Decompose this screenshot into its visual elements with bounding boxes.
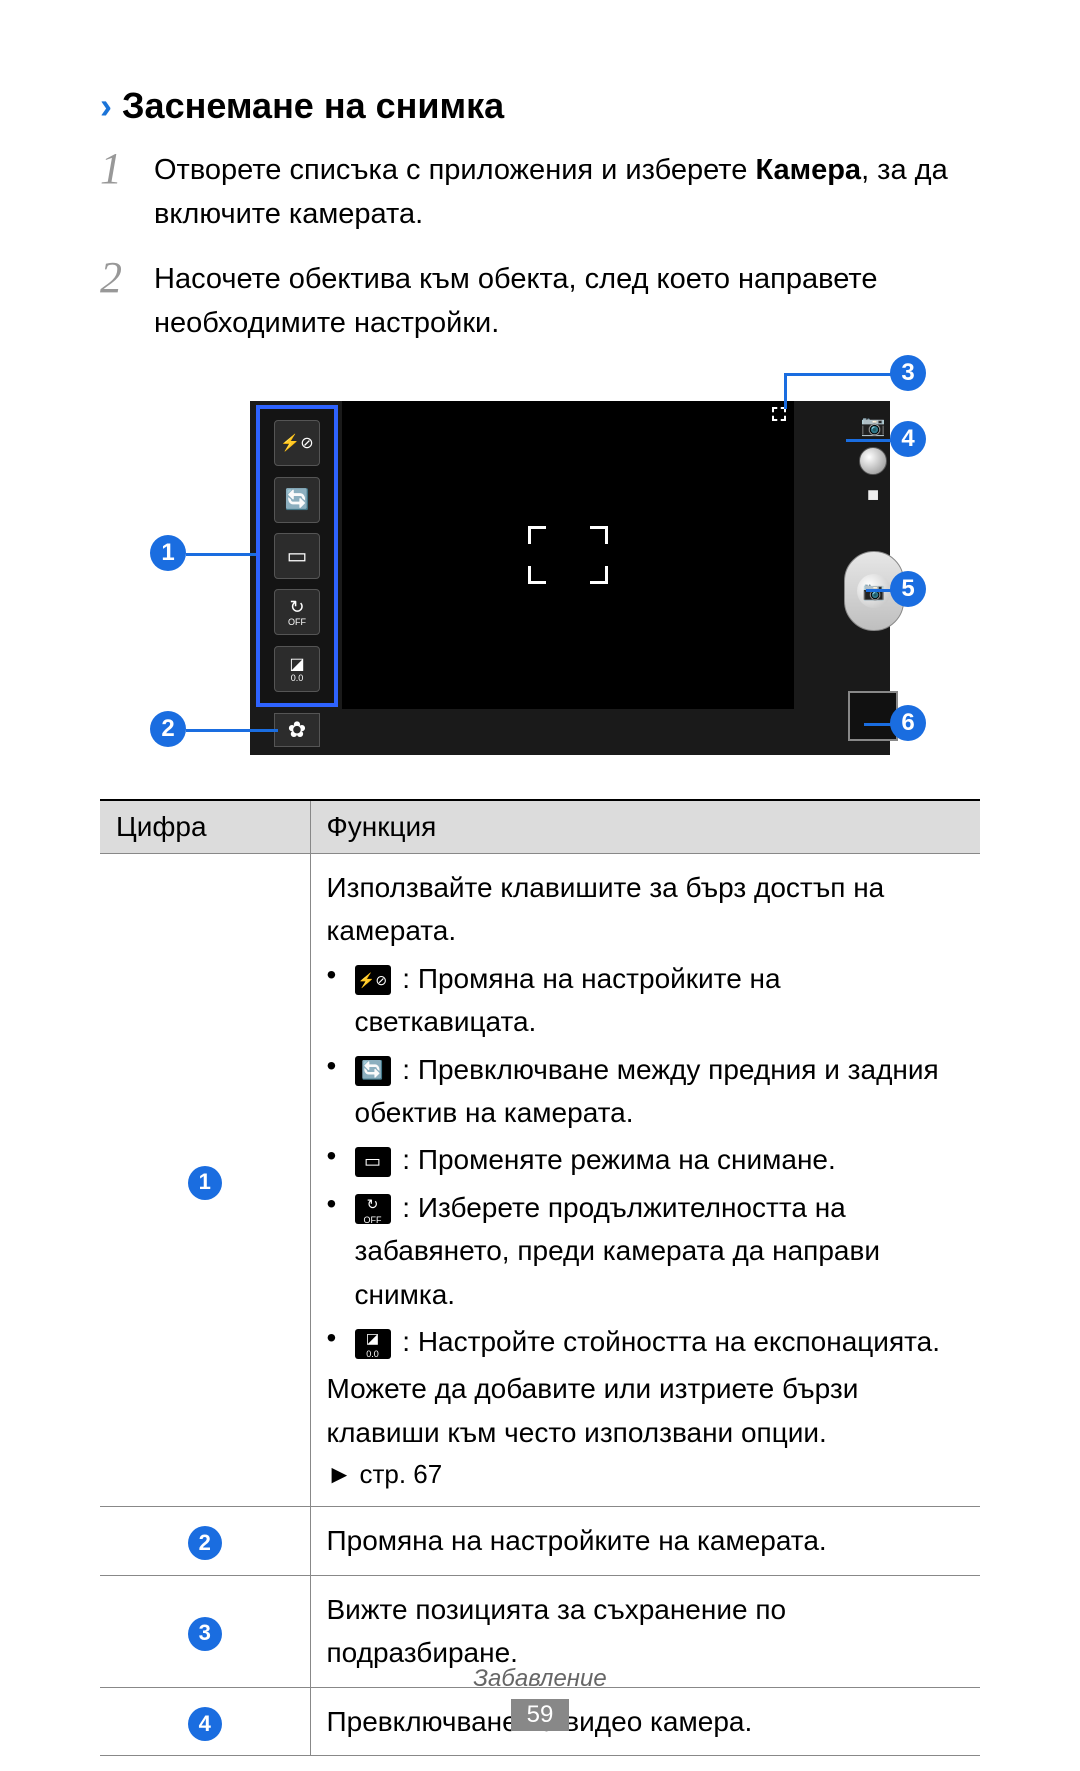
- callout-badge-4: 4: [890, 421, 926, 457]
- row2-text: Промяна на настройките на камерата.: [310, 1507, 980, 1575]
- callout-line: [846, 439, 894, 442]
- table-row: 2 Промяна на настройките на камерата.: [100, 1507, 980, 1575]
- row-badge-2: 2: [188, 1526, 222, 1560]
- callout-line: [186, 553, 256, 556]
- callout-badge-5: 5: [890, 571, 926, 607]
- row1-b2: : Превключване между предния и задния об…: [355, 1054, 939, 1128]
- exposure-icon: ◪: [289, 654, 304, 674]
- row1-intro: Използвайте клавишите за бърз достъп на …: [327, 866, 965, 953]
- bullet-icon: •: [327, 1320, 355, 1363]
- storage-indicator-icon: [772, 407, 786, 421]
- video-mode-icon: ■: [867, 484, 879, 507]
- focus-bracket-icon: [528, 526, 608, 584]
- table-row: 1 Използвайте клавишите за бърз достъп н…: [100, 854, 980, 1507]
- step-2-text: Насочете обектива към обекта, след което…: [154, 254, 980, 345]
- mode-icon: ▭: [287, 543, 308, 569]
- callout-badge-2: 2: [150, 711, 186, 747]
- table-header-number: Цифра: [100, 800, 310, 854]
- timer-sub: OFF: [288, 618, 306, 627]
- photo-mode-icon: 📷: [861, 413, 886, 438]
- mode-icon: ▭: [355, 1147, 391, 1177]
- page-footer: Забавление 59: [0, 1665, 1080, 1731]
- step-2: 2 Насочете обектива към обекта, след кое…: [100, 254, 980, 345]
- footer-section-name: Забавление: [0, 1665, 1080, 1693]
- switch-camera-button[interactable]: 🔄: [274, 477, 320, 523]
- shortcut-bar[interactable]: ⚡⊘ 🔄 ▭ ↻OFF ◪0.0: [256, 405, 338, 707]
- function-table: Цифра Функция 1 Използвайте клавишите за…: [100, 799, 980, 1756]
- callout-badge-3: 3: [890, 355, 926, 391]
- mode-switch[interactable]: 📷 ■: [850, 413, 896, 507]
- exposure-button[interactable]: ◪0.0: [274, 646, 320, 692]
- step-1-pre: Отворете списъка с приложения и изберете: [154, 154, 755, 186]
- switch-camera-icon: 🔄: [285, 487, 310, 512]
- table-header-function: Функция: [310, 800, 980, 854]
- bullet-icon: •: [327, 957, 355, 1044]
- mode-slider-handle[interactable]: [859, 447, 887, 475]
- timer-icon: ↻OFF: [355, 1194, 391, 1224]
- camera-viewport: [342, 401, 794, 709]
- step-number: 2: [100, 254, 154, 345]
- row-badge-1: 1: [188, 1166, 222, 1200]
- section-heading: › Заснемане на снимка: [100, 85, 980, 127]
- shooting-mode-button[interactable]: ▭: [274, 533, 320, 579]
- row1-b5: : Настройте стойността на експонацията.: [402, 1326, 940, 1357]
- callout-badge-6: 6: [890, 705, 926, 741]
- callout-badge-1: 1: [150, 535, 186, 571]
- flash-button[interactable]: ⚡⊘: [274, 420, 320, 466]
- flash-icon: ⚡⊘: [355, 965, 391, 995]
- timer-button[interactable]: ↻OFF: [274, 589, 320, 635]
- callout-line: [186, 729, 278, 732]
- page-number: 59: [511, 1699, 570, 1731]
- step-1: 1 Отворете списъка с приложения и избере…: [100, 145, 980, 236]
- gear-icon: ✿: [288, 717, 306, 743]
- row1-outro: Можете да добавите или изтриете бързи кл…: [327, 1367, 965, 1454]
- row1-b1: : Промяна на настройките на светкавицата…: [355, 963, 781, 1037]
- heading-text: Заснемане на снимка: [122, 85, 504, 127]
- callout-line: [784, 373, 787, 409]
- row1-b4: : Изберете продължителността на забавяне…: [355, 1192, 881, 1310]
- row-badge-3: 3: [188, 1617, 222, 1651]
- callout-line: [784, 373, 894, 376]
- step-1-bold: Камера: [755, 154, 861, 186]
- bullet-icon: •: [327, 1138, 355, 1181]
- flash-icon: ⚡⊘: [280, 433, 313, 453]
- exposure-sub: 0.0: [291, 674, 304, 683]
- bullet-icon: •: [327, 1186, 355, 1316]
- exposure-icon: ◪0.0: [355, 1329, 391, 1359]
- switch-camera-icon: 🔄: [355, 1056, 391, 1086]
- settings-button[interactable]: ✿: [274, 713, 320, 747]
- row1-ref: ► стр. 67: [327, 1454, 965, 1494]
- row1-b3: : Променяте режима на снимане.: [402, 1144, 836, 1175]
- heading-arrow-icon: ›: [100, 85, 112, 127]
- camera-figure: ⚡⊘ 🔄 ▭ ↻OFF ◪0.0 ✿ 📷 ■ 📷: [100, 373, 980, 765]
- step-number: 1: [100, 145, 154, 236]
- bullet-icon: •: [327, 1048, 355, 1135]
- timer-icon: ↻: [289, 597, 304, 618]
